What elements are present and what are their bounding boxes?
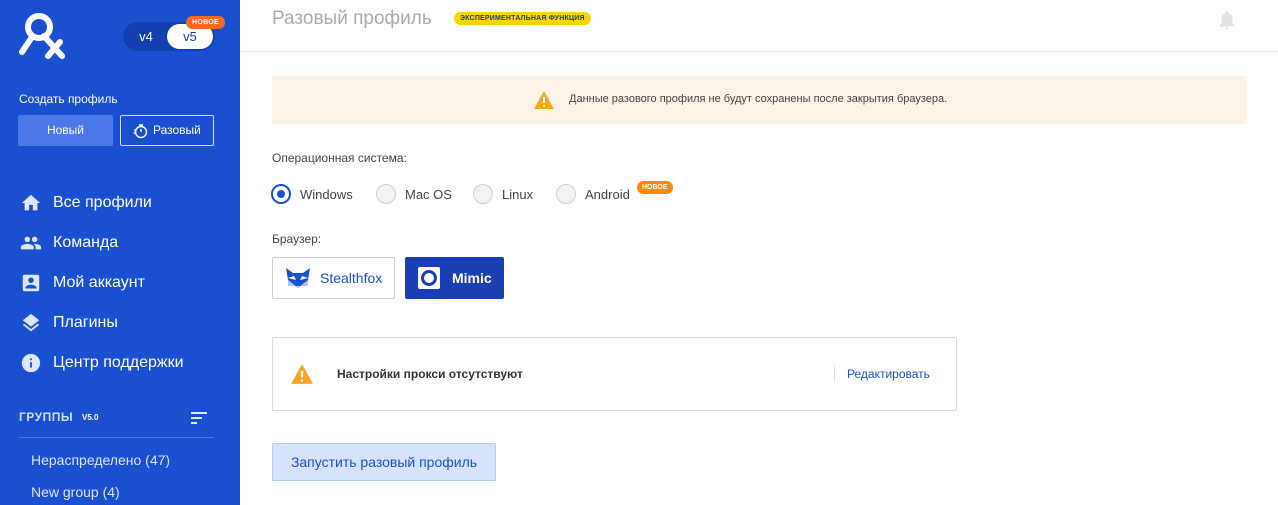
launch-onetime-profile-button[interactable]: Запустить разовый профиль: [272, 443, 496, 481]
page-title: Разовый профиль: [272, 8, 432, 29]
stopwatch-icon: [133, 124, 148, 139]
nav-my-account[interactable]: Мой аккаунт: [20, 271, 145, 295]
radio-label: Windows: [300, 186, 353, 202]
nav-label: Плагины: [53, 314, 118, 331]
browser-label-stealthfox: Stealthfox: [320, 270, 383, 286]
nav-team[interactable]: Команда: [20, 231, 118, 255]
group-item-new-group[interactable]: New group (4): [31, 484, 120, 500]
browser-mimic-button[interactable]: Mimic: [405, 257, 504, 299]
nav-label: Мой аккаунт: [53, 274, 145, 291]
onetime-profile-button[interactable]: Разовый: [120, 115, 214, 146]
radio-label: Android: [585, 186, 630, 202]
proxy-divider: [834, 366, 835, 382]
groups-title: ГРУППЫ: [19, 410, 74, 424]
stealthfox-icon: [286, 268, 310, 288]
groups-divider: [19, 437, 214, 438]
warning-icon: [291, 364, 313, 384]
warning-banner: Данные разового профиля не будут сохране…: [272, 76, 1247, 124]
experimental-badge: ЭКСПЕРИМЕНТАЛЬНАЯ ФУНКЦИЯ: [454, 12, 591, 25]
os-label: Операционная система:: [272, 151, 407, 165]
radio-label: Linux: [502, 186, 534, 202]
nav-support-center[interactable]: Центр поддержки: [20, 351, 184, 375]
radio-circle[interactable]: [271, 184, 291, 204]
proxy-status-text: Настройки прокси отсутствуют: [337, 367, 523, 381]
nav-label: Команда: [53, 234, 119, 251]
sort-icon[interactable]: [189, 410, 209, 426]
sidebar: v4 v5 НОВОЕ Создать профиль Новый Разовы…: [0, 0, 240, 505]
proxy-settings-box: Настройки прокси отсутствуют Редактирова…: [272, 337, 957, 411]
new-profile-button[interactable]: Новый: [18, 115, 113, 146]
os-radio-macos[interactable]: Mac OS: [376, 184, 452, 204]
bell-icon[interactable]: [1216, 9, 1238, 31]
home-icon: [21, 194, 41, 211]
nav-label: Центр поддержки: [53, 354, 184, 371]
create-profile-label: Создать профиль: [19, 92, 118, 106]
nav-plugins[interactable]: Плагины: [20, 311, 118, 335]
browser-stealthfox-button[interactable]: Stealthfox: [272, 257, 395, 299]
header: Разовый профиль ЭКСПЕРИМЕНТАЛЬНАЯ ФУНКЦИ…: [240, 0, 1278, 52]
groups-version-label: V5.0: [82, 413, 99, 422]
multilogin-logo-icon[interactable]: [18, 12, 68, 62]
team-icon: [20, 236, 42, 250]
new-badge: НОВОЕ: [186, 16, 225, 29]
version-v4-option[interactable]: v4: [123, 22, 169, 51]
radio-label: Mac OS: [405, 186, 452, 202]
warning-icon: [534, 91, 554, 109]
radio-circle[interactable]: [473, 184, 493, 204]
onetime-button-label: Разовый: [153, 123, 201, 137]
browser-label-mimic: Mimic: [452, 270, 492, 286]
radio-circle[interactable]: [376, 184, 396, 204]
edit-proxy-link[interactable]: Редактировать: [847, 367, 930, 381]
mimic-icon: [418, 267, 440, 289]
android-new-badge: НОВОЕ: [637, 181, 673, 194]
nav-label: Все профили: [53, 194, 152, 211]
browser-label: Браузер:: [272, 232, 322, 246]
warning-text: Данные разового профиля не будут сохране…: [569, 93, 948, 105]
radio-circle[interactable]: [556, 184, 576, 204]
info-icon: [21, 353, 41, 373]
nav-all-profiles[interactable]: Все профили: [20, 191, 152, 215]
os-radio-android[interactable]: Android: [556, 184, 630, 204]
layers-icon: [22, 313, 40, 332]
os-radio-linux[interactable]: Linux: [473, 184, 533, 204]
account-icon: [22, 274, 40, 292]
os-radio-windows[interactable]: Windows: [271, 184, 353, 204]
group-item-unassigned[interactable]: Нераспределено (47): [31, 452, 170, 468]
